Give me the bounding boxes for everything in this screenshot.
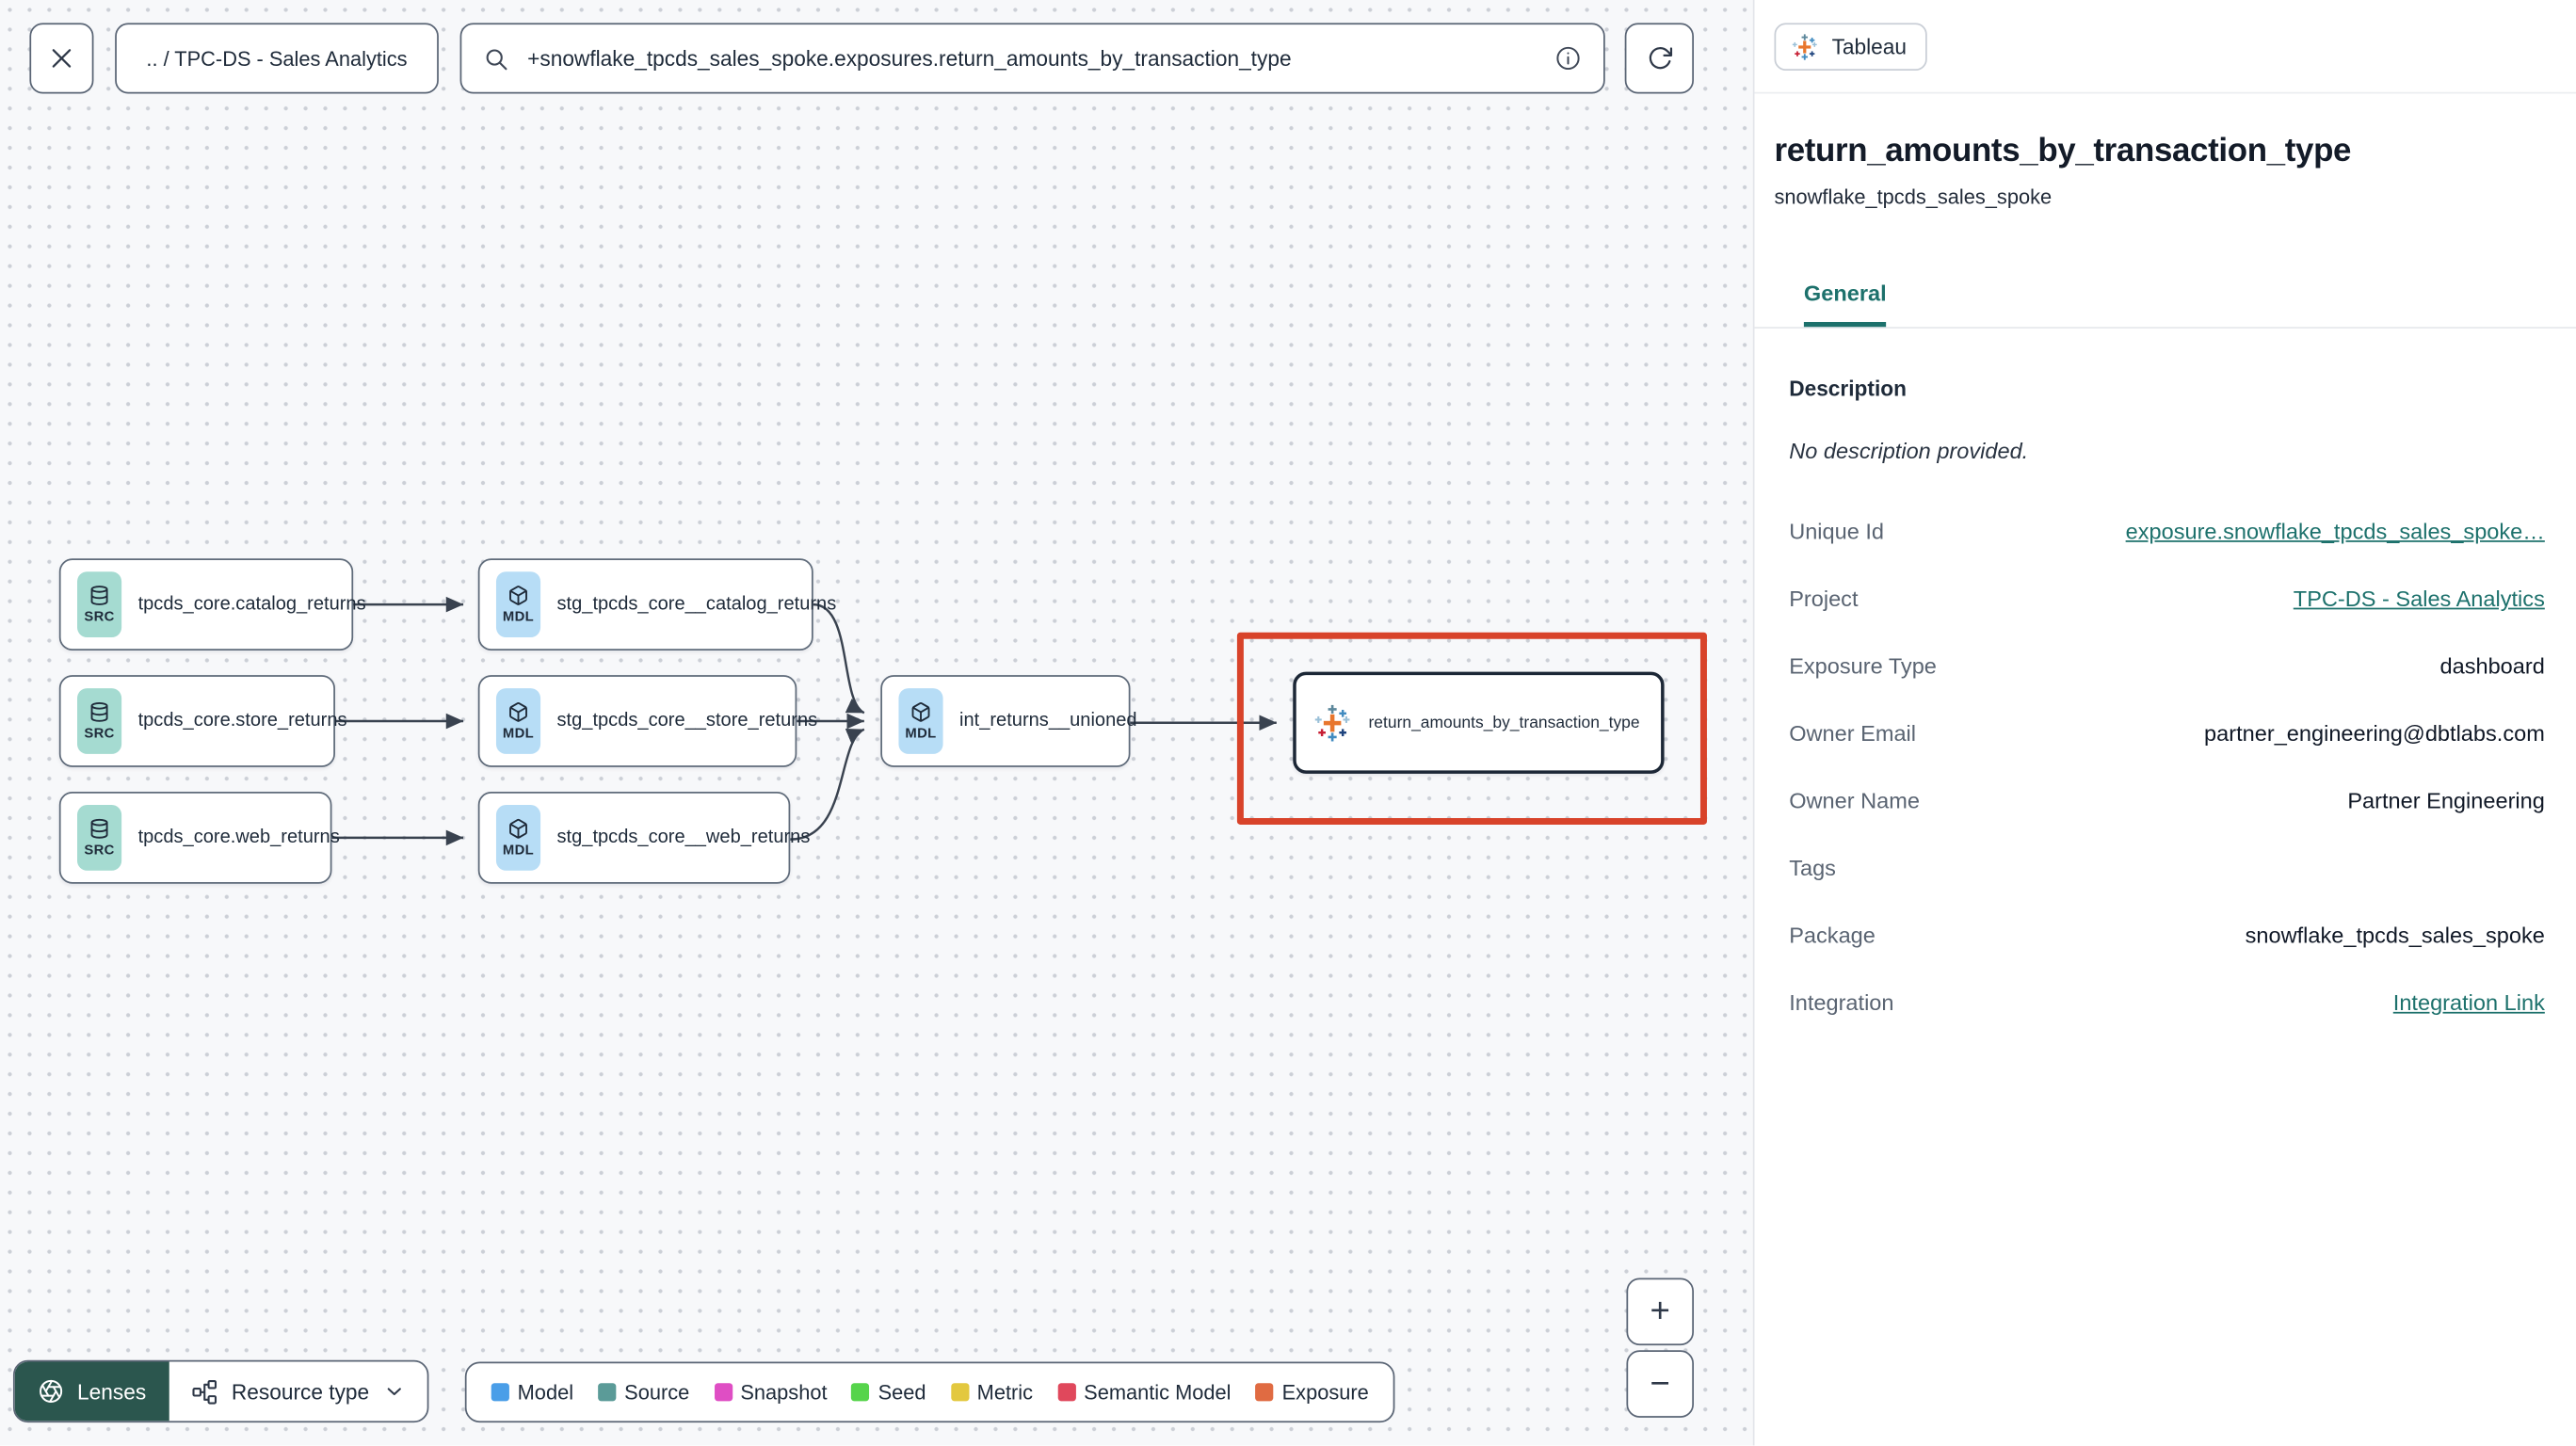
source-badge: SRC	[77, 805, 122, 871]
close-lineage-button[interactable]	[29, 23, 94, 94]
lineage-canvas[interactable]: .. / TPC-DS - Sales Analytics SRC tpcds_…	[0, 0, 1755, 1446]
zoom-in-button[interactable]: +	[1626, 1277, 1694, 1346]
description-text: No description provided.	[1789, 438, 2029, 464]
integration-link[interactable]: Integration Link	[2393, 990, 2545, 1015]
refresh-button[interactable]	[1624, 23, 1694, 94]
details-panel: Tableau return_amounts_by_transaction_ty…	[1754, 0, 2576, 1446]
resource-type-dropdown[interactable]: Resource type	[169, 1362, 427, 1422]
node-label: tpcds_core.web_returns	[137, 827, 340, 848]
unique-id-link[interactable]: exposure.snowflake_tpcds_sales_spoke…	[2126, 519, 2545, 543]
search-icon	[483, 45, 509, 72]
dbt-explorer-lineage-app: .. / TPC-DS - Sales Analytics SRC tpcds_…	[0, 0, 2576, 1446]
owner-email-value: partner_engineering@dbtlabs.com	[2204, 721, 2545, 747]
node-label: stg_tpcds_core__catalog_returns	[556, 594, 837, 615]
field-row-integration: Integration Integration Link	[1789, 990, 2545, 1016]
zoom-out-button[interactable]: −	[1626, 1350, 1694, 1418]
breadcrumb-label: .. / TPC-DS - Sales Analytics	[146, 46, 408, 71]
source-badge: SRC	[77, 571, 122, 638]
legend-item-exposure: Exposure	[1255, 1381, 1369, 1404]
node-model-int-returns-unioned[interactable]: MDL int_returns__unioned	[880, 675, 1137, 767]
model-badge: MDL	[898, 688, 943, 754]
tool-badge-label: Tableau	[1831, 33, 1908, 58]
legend-swatch	[714, 1383, 733, 1402]
field-row-owner-name: Owner Name Partner Engineering	[1789, 788, 2545, 813]
package-subtitle: snowflake_tpcds_sales_spoke	[1774, 185, 2053, 209]
legend-swatch	[598, 1383, 617, 1402]
field-row-project: Project TPC-DS - Sales Analytics	[1789, 586, 2545, 612]
resource-legend: Model Source Snapshot Seed Metric Semant…	[464, 1361, 1395, 1423]
resource-type-label: Resource type	[231, 1378, 370, 1405]
node-exposure-return-amounts[interactable]: return_amounts_by_transaction_type	[1293, 671, 1665, 774]
node-label: tpcds_core.store_returns	[137, 711, 347, 731]
legend-item-snapshot: Snapshot	[714, 1381, 828, 1404]
page-title: return_amounts_by_transaction_type	[1774, 133, 2352, 169]
general-section: Description No description provided. Uni…	[1755, 377, 2576, 1036]
legend-item-seed: Seed	[851, 1381, 926, 1404]
info-icon[interactable]	[1554, 44, 1583, 72]
share-button[interactable]	[2461, 29, 2494, 62]
source-badge: SRC	[77, 688, 122, 754]
node-model-stg-web-returns[interactable]: MDL stg_tpcds_core__web_returns	[477, 792, 810, 884]
node-source-web-returns[interactable]: SRC tpcds_core.web_returns	[58, 792, 340, 884]
legend-swatch	[1255, 1383, 1274, 1402]
close-panel-button[interactable]	[2519, 29, 2552, 62]
metadata-fields: Unique Id exposure.snowflake_tpcds_sales…	[1789, 498, 2545, 1036]
legend-item-source: Source	[598, 1381, 689, 1404]
tool-badge-tableau: Tableau	[1774, 22, 1926, 71]
node-source-catalog-returns[interactable]: SRC tpcds_core.catalog_returns	[58, 558, 366, 651]
node-label: int_returns__unioned	[959, 711, 1137, 731]
node-label: stg_tpcds_core__web_returns	[556, 827, 811, 848]
node-label: stg_tpcds_core__store_returns	[556, 711, 818, 731]
panel-tabs: General	[1754, 280, 2576, 329]
legend-swatch	[1057, 1383, 1076, 1402]
chevron-down-icon	[382, 1380, 405, 1403]
lenses-label: Lenses	[77, 1378, 147, 1405]
node-model-stg-catalog-returns[interactable]: MDL stg_tpcds_core__catalog_returns	[477, 558, 836, 651]
model-badge: MDL	[495, 571, 541, 638]
model-badge: MDL	[495, 805, 541, 871]
lenses-button[interactable]: Lenses	[14, 1361, 169, 1422]
node-source-store-returns[interactable]: SRC tpcds_core.store_returns	[58, 675, 347, 767]
view-code-button[interactable]	[2402, 29, 2437, 64]
node-label: return_amounts_by_transaction_type	[1368, 714, 1640, 732]
legend-swatch	[491, 1383, 509, 1402]
field-row-owner-email: Owner Email partner_engineering@dbtlabs.…	[1789, 721, 2545, 747]
node-model-stg-store-returns[interactable]: MDL stg_tpcds_core__store_returns	[477, 675, 817, 767]
project-link[interactable]: TPC-DS - Sales Analytics	[2294, 586, 2545, 611]
legend-swatch	[950, 1383, 969, 1402]
search-input[interactable]	[523, 44, 1539, 72]
description-heading: Description	[1789, 376, 1907, 401]
details-panel-header: Tableau	[1754, 0, 2576, 94]
legend-item-semantic-model: Semantic Model	[1057, 1381, 1232, 1404]
refresh-icon	[1646, 44, 1674, 72]
lineage-search	[459, 23, 1605, 94]
legend-item-model: Model	[491, 1381, 573, 1404]
field-row-tags: Tags	[1789, 856, 1836, 881]
legend-swatch	[851, 1383, 870, 1402]
owner-name-value: Partner Engineering	[2347, 788, 2545, 813]
field-row-package: Package snowflake_tpcds_sales_spoke	[1789, 923, 2545, 948]
tableau-logo-icon	[1312, 703, 1352, 743]
exposure-type-value: dashboard	[2439, 653, 2545, 679]
node-label: tpcds_core.catalog_returns	[137, 594, 366, 615]
tab-general[interactable]: General	[1803, 281, 1887, 328]
open-external-link-button[interactable]	[2285, 29, 2318, 62]
close-icon	[48, 44, 76, 72]
package-value: snowflake_tpcds_sales_spoke	[2245, 923, 2545, 948]
aperture-icon	[38, 1378, 64, 1405]
legend-item-metric: Metric	[950, 1381, 1033, 1404]
view-controls: Lenses Resource type	[12, 1359, 428, 1423]
explore-lineage-button[interactable]	[2343, 29, 2377, 64]
panel-actions	[2285, 29, 2552, 64]
tableau-logo-icon	[1791, 32, 1819, 60]
field-row-exposure-type: Exposure Type dashboard	[1789, 653, 2545, 679]
breadcrumb[interactable]: .. / TPC-DS - Sales Analytics	[115, 23, 439, 94]
resource-tree-icon	[190, 1377, 218, 1406]
field-row-unique-id: Unique Id exposure.snowflake_tpcds_sales…	[1789, 519, 2545, 544]
model-badge: MDL	[495, 688, 541, 754]
